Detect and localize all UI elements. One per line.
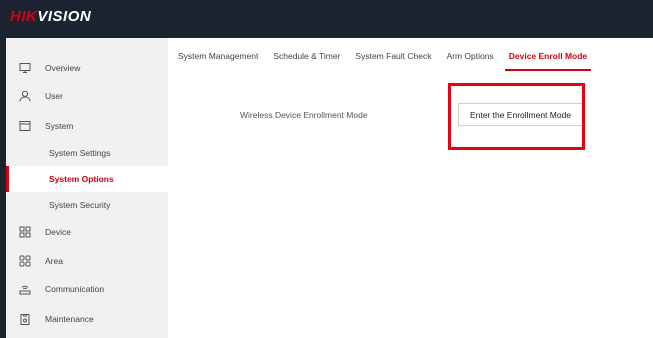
sidebar-item-label: User (45, 91, 63, 101)
sidebar-item-label: Area (45, 256, 63, 266)
tab-device-enroll-mode[interactable]: Device Enroll Mode (504, 51, 592, 71)
sidebar-item-label: Maintenance (45, 314, 94, 324)
sidebar-item-area[interactable]: Area (6, 248, 168, 274)
sidebar-item-label: Communication (45, 284, 105, 294)
top-bar: HIKVISION (0, 0, 653, 35)
sidebar-item-system[interactable]: System (6, 113, 168, 139)
area-icon (19, 255, 31, 267)
tab-system-management[interactable]: System Management (178, 51, 258, 71)
tab-bar: System Management Schedule & Timer Syste… (178, 51, 602, 71)
sidebar-subitem-system-security[interactable]: System Security (6, 192, 168, 218)
tab-schedule-timer[interactable]: Schedule & Timer (273, 51, 340, 71)
logo-hik: HIK (10, 8, 38, 25)
user-icon (19, 90, 31, 102)
tab-system-fault-check[interactable]: System Fault Check (355, 51, 431, 71)
grid-icon (19, 226, 31, 238)
enter-enrollment-mode-button[interactable]: Enter the Enrollment Mode (458, 103, 583, 126)
content-panel: System Management Schedule & Timer Syste… (168, 38, 653, 338)
sidebar-subitem-label: System Settings (49, 148, 111, 158)
sidebar-item-user[interactable]: User (6, 83, 168, 109)
sidebar-item-device[interactable]: Device (6, 219, 168, 245)
sidebar-item-label: Device (45, 227, 71, 237)
enrollment-mode-label: Wireless Device Enrollment Mode (240, 110, 368, 120)
sidebar-subitem-label: System Security (49, 200, 111, 210)
sidebar-item-communication[interactable]: Communication (6, 276, 168, 302)
sidebar-subitem-system-options[interactable]: System Options (6, 166, 168, 192)
sidebar-subitem-system-settings[interactable]: System Settings (6, 140, 168, 166)
logo-vision: VISION (37, 8, 92, 25)
sidebar: Overview User System System Settings Sys… (6, 38, 168, 338)
hikvision-logo: HIKVISION (10, 8, 91, 25)
main-frame: Overview User System System Settings Sys… (6, 38, 653, 338)
sidebar-item-label: Overview (45, 63, 81, 73)
sidebar-item-label: System (45, 121, 74, 131)
sidebar-subitem-label: System Options (49, 174, 114, 184)
sidebar-item-maintenance[interactable]: Maintenance (6, 306, 168, 332)
network-icon (19, 283, 31, 295)
window-icon (19, 120, 31, 132)
monitor-icon (19, 62, 31, 74)
clipboard-icon (19, 313, 31, 325)
tab-arm-options[interactable]: Arm Options (446, 51, 493, 71)
sidebar-item-overview[interactable]: Overview (6, 55, 168, 81)
